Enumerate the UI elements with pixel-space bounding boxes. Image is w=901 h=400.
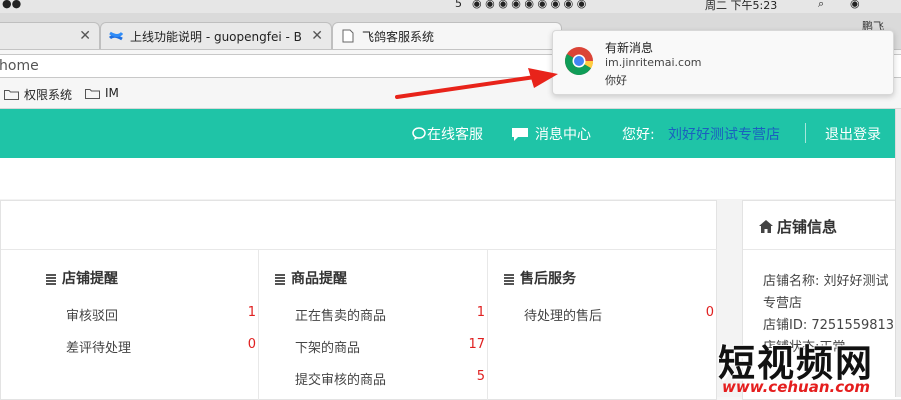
shop-info-title-text: 店铺信息	[777, 218, 838, 236]
reminders-panel: 店铺提醒 审核驳回 1 差评待处理 0 商品提醒 正在售卖的商品 1 下架的商品	[0, 200, 717, 400]
nav-divider	[805, 123, 806, 143]
list-item[interactable]: 提交审核的商品 5	[295, 369, 485, 389]
column-title: 商品提醒	[275, 268, 347, 288]
row-count[interactable]: 1	[248, 305, 256, 320]
list-icon	[504, 273, 514, 285]
bookmark-permission[interactable]: 权限系统	[4, 86, 72, 103]
tab-feige[interactable]: 飞鸽客服系统	[332, 22, 562, 49]
greeting-label: 您好:	[622, 127, 655, 143]
close-icon[interactable]: ✕	[79, 28, 91, 44]
system-menubar: ●● 5 ◉ ◉ ◉ ◉ ◉ ◉ ◉ ◉ ◉ 周二 下午5:23 ⌕ ◉	[0, 0, 901, 13]
list-item[interactable]: 正在售卖的商品 1	[295, 305, 485, 325]
chat-bubble-icon	[412, 127, 426, 141]
list-icon	[275, 273, 285, 285]
chrome-notification[interactable]: 有新消息 im.jinritemai.com 你好	[552, 30, 894, 95]
column-title: 店铺提醒	[46, 268, 118, 288]
notification-body: 你好	[605, 74, 627, 87]
row-count[interactable]: 17	[468, 337, 485, 352]
row-label: 下架的商品	[295, 341, 361, 356]
page-icon	[341, 29, 355, 43]
online-service-link[interactable]: 在线客服	[412, 124, 483, 144]
shop-name-line: 店铺名称: 刘好好测试	[763, 274, 889, 289]
url-text: home	[0, 58, 39, 74]
sub-header	[0, 158, 895, 199]
notification-title: 有新消息	[605, 41, 654, 55]
annotation-arrow	[395, 66, 560, 102]
list-item[interactable]: 审核驳回 1	[66, 305, 256, 325]
bookmark-im[interactable]: IM	[85, 86, 119, 100]
row-count[interactable]: 1	[477, 305, 485, 320]
column-title-text: 售后服务	[520, 271, 576, 287]
menubar-badge-count: 5	[455, 0, 462, 10]
close-icon[interactable]: ✕	[311, 28, 323, 44]
folder-icon	[85, 88, 100, 99]
goods-reminder-column: 商品提醒 正在售卖的商品 1 下架的商品 17 提交审核的商品 5	[258, 250, 488, 400]
confluence-icon	[109, 29, 123, 43]
column-title: 售后服务	[504, 268, 576, 288]
shop-name-line-2: 专营店	[763, 296, 803, 311]
wechat-icon[interactable]: ●●	[2, 0, 21, 10]
tab-previous[interactable]: ✕	[0, 22, 100, 49]
message-icon	[511, 127, 529, 142]
message-center-label: 消息中心	[535, 127, 591, 143]
folder-icon	[4, 89, 19, 100]
list-item[interactable]: 差评待处理 0	[66, 337, 256, 357]
status-icons[interactable]: ◉ ◉ ◉ ◉ ◉ ◉ ◉ ◉ ◉	[472, 0, 586, 10]
row-label: 审核驳回	[66, 309, 119, 324]
message-center-link[interactable]: 消息中心	[511, 124, 591, 144]
list-item[interactable]: 下架的商品 17	[295, 337, 485, 357]
row-label: 待处理的售后	[524, 309, 603, 324]
tab-title: 飞鸽客服系统	[362, 29, 435, 44]
row-label: 正在售卖的商品	[295, 309, 387, 324]
tab-title: 上线功能说明 - guopengfei - B	[130, 29, 302, 44]
shop-name-link[interactable]: 刘好好测试专营店	[668, 124, 780, 144]
panel-header	[1, 201, 717, 250]
row-count[interactable]: 0	[248, 337, 256, 352]
greeting: 您好:	[622, 124, 655, 144]
row-count[interactable]: 5	[477, 369, 485, 384]
notification-site: im.jinritemai.com	[605, 56, 702, 69]
shop-info-header: 店铺信息	[743, 201, 901, 250]
top-nav: 在线客服 消息中心 您好: 刘好好测试专营店 退出登录	[0, 109, 895, 158]
row-count[interactable]: 0	[706, 305, 714, 320]
site-watermark: 短视频网 www.cehuan.com	[716, 333, 901, 397]
list-icon	[46, 273, 56, 285]
tab-confluence[interactable]: 上线功能说明 - guopengfei - B ✕	[100, 22, 332, 49]
bookmark-label: IM	[105, 86, 119, 100]
menubar-clock[interactable]: 周二 下午5:23	[705, 0, 777, 13]
row-label: 提交审核的商品	[295, 373, 387, 388]
shop-reminder-column: 店铺提醒 审核驳回 1 差评待处理 0	[29, 250, 259, 400]
list-item[interactable]: 待处理的售后 0	[524, 305, 714, 325]
column-title-text: 店铺提醒	[62, 271, 118, 287]
chrome-icon	[564, 46, 594, 76]
shop-id-line: 店铺ID: 7251559813	[763, 318, 895, 333]
bookmark-label: 权限系统	[24, 88, 73, 102]
shop-info-title: 店铺信息	[759, 216, 837, 237]
column-title-text: 商品提醒	[291, 271, 347, 287]
siri-icon[interactable]: ◉	[850, 0, 860, 10]
after-sale-column: 售后服务 待处理的售后 0	[487, 250, 716, 400]
watermark-url: www.cehuan.com	[722, 378, 871, 396]
logout-link[interactable]: 退出登录	[825, 124, 881, 144]
shop-name-label: 刘好好测试专营店	[668, 127, 780, 143]
spotlight-icon[interactable]: ⌕	[818, 0, 824, 11]
logout-label: 退出登录	[825, 127, 881, 143]
online-service-label: 在线客服	[427, 127, 483, 143]
row-label: 差评待处理	[66, 341, 132, 356]
home-icon	[759, 220, 773, 233]
